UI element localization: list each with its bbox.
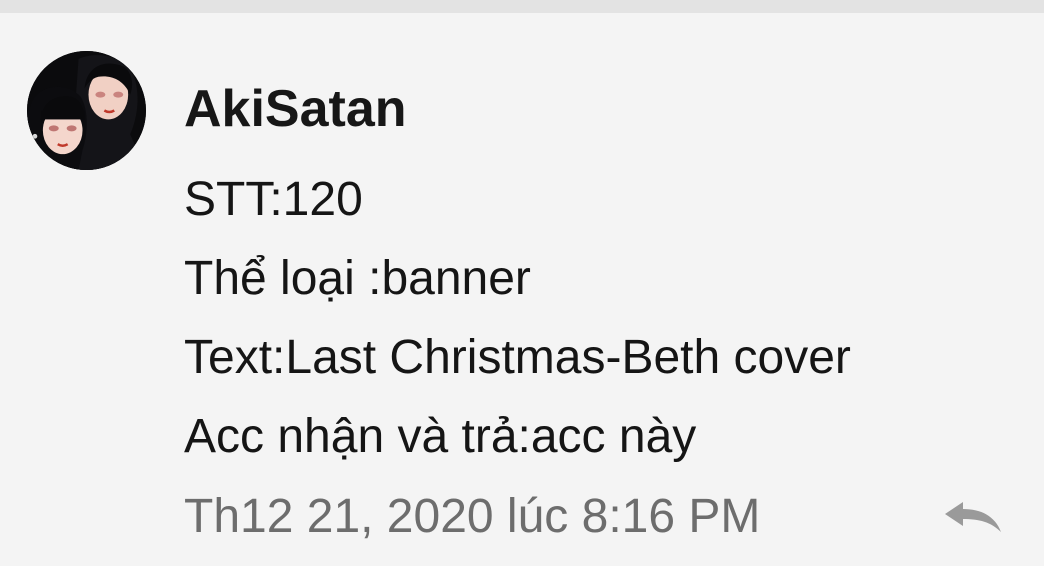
comment-line-3: Text:Last Christmas-Beth cover <box>184 331 851 384</box>
comment-card: AkiSatan STT:120 Thể loại :banner Text:L… <box>0 13 1044 566</box>
avatar[interactable] <box>27 51 146 170</box>
reply-arrow-icon <box>945 502 1001 532</box>
comment-timestamp: Th12 21, 2020 lúc 8:16 PM <box>184 490 761 543</box>
comment-line-4: Acc nhận và trả:acc này <box>184 410 697 463</box>
comment-author[interactable]: AkiSatan <box>184 77 407 141</box>
reply-button[interactable] <box>938 495 1006 539</box>
top-divider <box>0 0 1044 13</box>
comment-line-1: STT:120 <box>184 173 363 226</box>
comment-line-2: Thể loại :banner <box>184 252 531 305</box>
avatar-image <box>27 51 146 170</box>
